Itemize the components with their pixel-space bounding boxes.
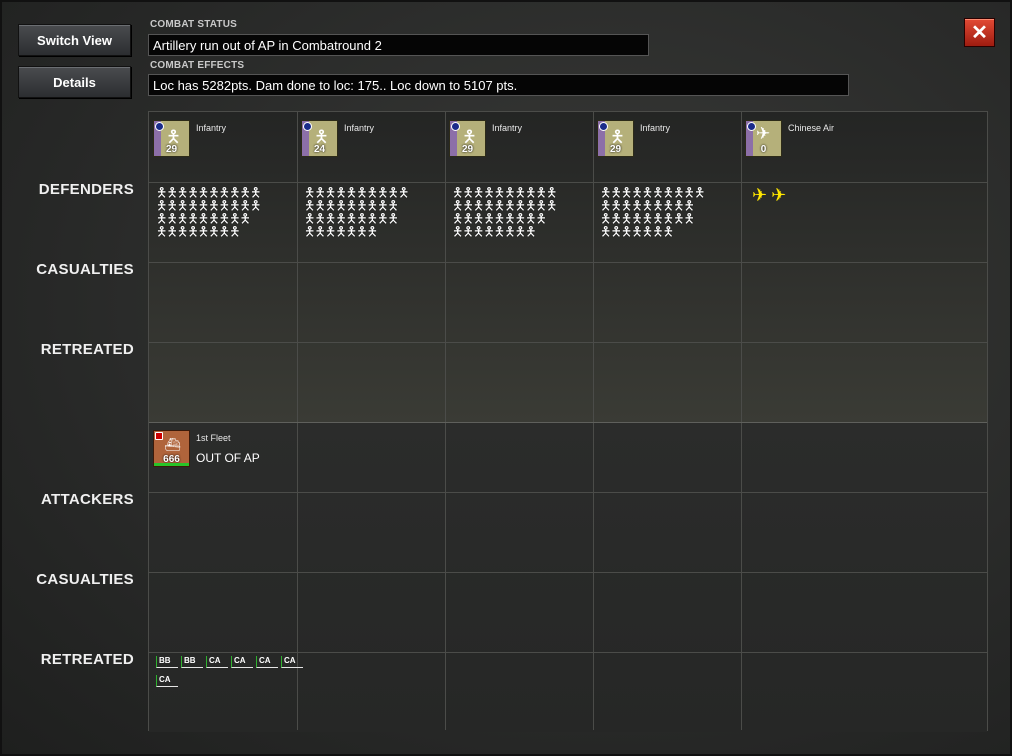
row-label-attacker-retreated: RETREATED bbox=[40, 651, 134, 668]
unit-counter: 🯅 24 bbox=[301, 120, 338, 157]
troop-elements-4: 🯅🯅🯅🯅🯅🯅🯅🯅🯅🯅 🯅🯅🯅🯅🯅🯅🯅🯅🯅 🯅🯅🯅🯅🯅🯅🯅🯅🯅 🯅🯅🯅🯅🯅🯅🯅 bbox=[600, 185, 705, 239]
defender-unit-5[interactable]: ✈ 0 Chinese Air bbox=[741, 111, 886, 171]
switch-view-button[interactable]: Switch View bbox=[18, 24, 131, 56]
china-flag-icon bbox=[451, 122, 460, 131]
retreated-ship: CA bbox=[156, 675, 178, 687]
unit-name: Chinese Air bbox=[788, 123, 835, 133]
unit-strength: 24 bbox=[313, 144, 326, 155]
troop-elements-3: 🯅🯅🯅🯅🯅🯅🯅🯅🯅🯅 🯅🯅🯅🯅🯅🯅🯅🯅🯅🯅 🯅🯅🯅🯅🯅🯅🯅🯅🯅 🯅🯅🯅🯅🯅🯅🯅🯅 bbox=[452, 185, 557, 239]
unit-counter: 🯅 29 bbox=[597, 120, 634, 157]
airplane-icon: ✈ bbox=[752, 185, 772, 205]
unit-counter: ✈ 0 bbox=[745, 120, 782, 157]
unit-strength: 29 bbox=[165, 144, 178, 155]
unit-counter: ⛴ 666 bbox=[153, 430, 190, 467]
china-flag-icon bbox=[599, 122, 608, 131]
details-button[interactable]: Details bbox=[18, 66, 131, 98]
ship-icon: ⛴ bbox=[164, 437, 181, 452]
unit-strength: 29 bbox=[461, 144, 474, 155]
retreated-ship: CA bbox=[231, 656, 253, 668]
defender-unit-2[interactable]: 🯅 24 Infantry bbox=[297, 111, 442, 171]
row-label-attackers: ATTACKERS bbox=[41, 491, 134, 508]
combat-effects-field: Loc has 5282pts. Dam done to loc: 175.. … bbox=[148, 74, 849, 96]
row-label-defenders: DEFENDERS bbox=[38, 181, 134, 198]
defender-unit-1[interactable]: 🯅 29 Infantry bbox=[149, 111, 294, 171]
row-label-defender-casualties: CASUALTIES bbox=[36, 261, 134, 278]
troop-elements-1: 🯅🯅🯅🯅🯅🯅🯅🯅🯅🯅 🯅🯅🯅🯅🯅🯅🯅🯅🯅🯅 🯅🯅🯅🯅🯅🯅🯅🯅🯅 🯅🯅🯅🯅🯅🯅🯅🯅 bbox=[156, 185, 261, 239]
combat-status-field: Artillery run out of AP in Combatround 2 bbox=[148, 34, 649, 56]
airplane-icon: ✈ bbox=[756, 124, 771, 143]
unit-strength: 0 bbox=[760, 144, 767, 155]
china-flag-icon bbox=[747, 122, 756, 131]
unit-counter: 🯅 29 bbox=[153, 120, 190, 157]
retreated-ship: BB bbox=[156, 656, 178, 668]
retreated-ship: CA bbox=[256, 656, 278, 668]
unit-name: Infantry bbox=[492, 123, 523, 133]
unit-name: 1st Fleet bbox=[196, 433, 231, 443]
row-label-defender-retreated: RETREATED bbox=[40, 341, 134, 358]
retreated-ship: CA bbox=[206, 656, 228, 668]
unit-name: Infantry bbox=[640, 123, 671, 133]
unit-counter: 🯅 29 bbox=[449, 120, 486, 157]
defender-unit-4[interactable]: 🯅 29 Infantry bbox=[593, 111, 738, 171]
combat-effects-label: COMBAT EFFECTS bbox=[150, 60, 245, 71]
retreated-ship: BB bbox=[181, 656, 203, 668]
combat-status-label: COMBAT STATUS bbox=[150, 19, 238, 30]
defender-unit-3[interactable]: 🯅 29 Infantry bbox=[445, 111, 590, 171]
japan-flag-icon bbox=[155, 432, 163, 440]
close-button[interactable]: ✕ bbox=[964, 18, 995, 47]
close-icon: ✕ bbox=[971, 22, 988, 44]
unit-name: Infantry bbox=[196, 123, 227, 133]
row-label-attacker-casualties: CASUALTIES bbox=[36, 571, 134, 588]
unit-strength: 29 bbox=[609, 144, 622, 155]
china-flag-icon bbox=[303, 122, 312, 131]
unit-name: Infantry bbox=[344, 123, 375, 133]
china-flag-icon bbox=[155, 122, 164, 131]
retreated-ship: CA bbox=[281, 656, 303, 668]
troop-elements-2: 🯅🯅🯅🯅🯅🯅🯅🯅🯅🯅 🯅🯅🯅🯅🯅🯅🯅🯅🯅 🯅🯅🯅🯅🯅🯅🯅🯅🯅 🯅🯅🯅🯅🯅🯅🯅 bbox=[304, 185, 409, 239]
attacker-unit-1[interactable]: ⛴ 666 1st Fleet OUT OF AP bbox=[149, 421, 294, 481]
unit-status: OUT OF AP bbox=[196, 451, 260, 465]
airplane-icon: ✈ bbox=[771, 185, 791, 205]
air-elements: ✈✈ bbox=[752, 185, 790, 206]
